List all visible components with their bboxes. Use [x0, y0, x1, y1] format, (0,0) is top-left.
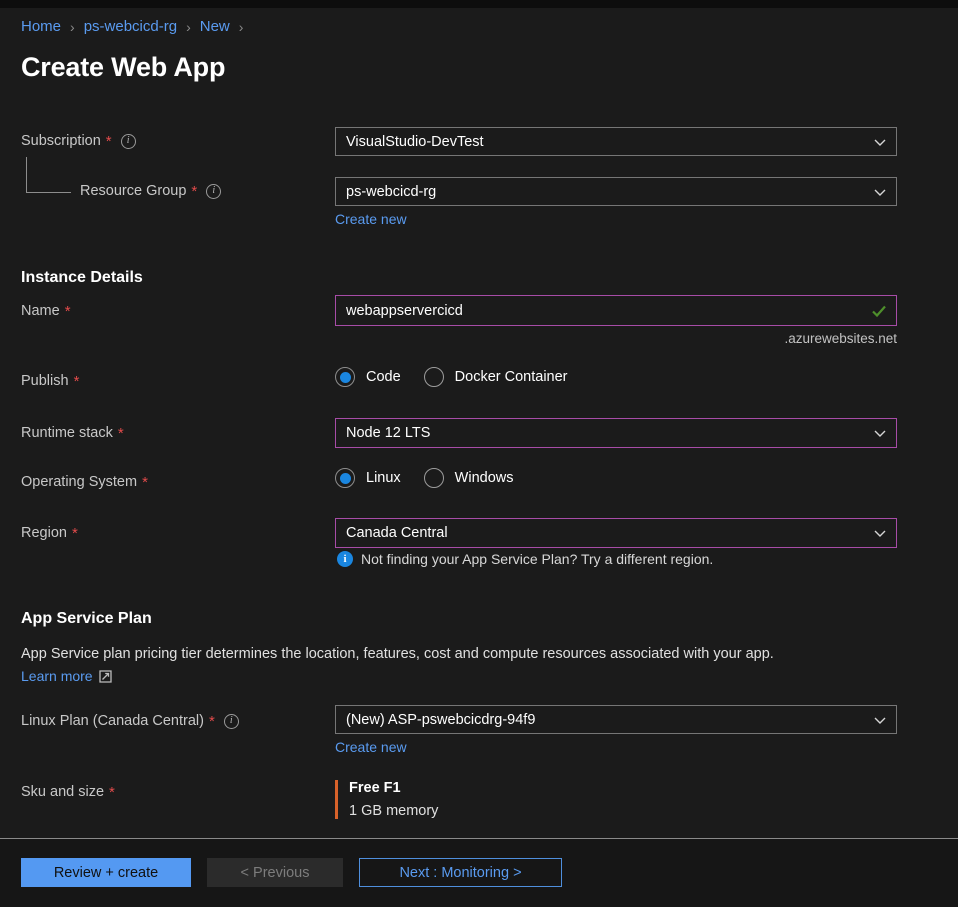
breadcrumb-separator-icon: › [239, 19, 244, 35]
next-monitoring-button[interactable]: Next : Monitoring > [359, 858, 562, 887]
learn-more-link[interactable]: Learn more [21, 668, 112, 684]
linux-plan-label: Linux Plan (Canada Central) * i [21, 713, 239, 729]
required-asterisk: * [191, 184, 197, 199]
operating-system-option-windows-label: Windows [455, 470, 514, 486]
runtime-stack-label-text: Runtime stack [21, 425, 113, 441]
info-icon[interactable]: i [206, 184, 221, 199]
name-suffix-label: .azurewebsites.net [784, 331, 897, 346]
radio-selected-icon [335, 468, 355, 488]
required-asterisk: * [72, 526, 78, 541]
review-create-button[interactable]: Review + create [21, 858, 191, 887]
resource-group-dropdown[interactable]: ps-webcicd-rg [335, 177, 897, 206]
external-link-icon [99, 670, 112, 683]
resource-group-create-new-link[interactable]: Create new [335, 211, 407, 227]
sku-subtitle: 1 GB memory [349, 803, 438, 819]
subscription-value: VisualStudio-DevTest [346, 134, 866, 150]
name-label-text: Name [21, 303, 60, 319]
breadcrumb-item-resource-group[interactable]: ps-webcicd-rg [84, 18, 177, 35]
runtime-stack-dropdown[interactable]: Node 12 LTS [335, 418, 897, 448]
chevron-down-icon [872, 525, 888, 541]
region-info-message-text: Not finding your App Service Plan? Try a… [361, 551, 713, 567]
radio-unselected-icon [424, 468, 444, 488]
operating-system-option-windows[interactable]: Windows [424, 468, 514, 488]
resource-group-label: Resource Group * i [80, 183, 221, 199]
resource-group-label-text: Resource Group [80, 183, 186, 199]
valid-check-icon [870, 302, 888, 320]
create-web-app-page: Home › ps-webcicd-rg › New › Create Web … [0, 0, 958, 907]
publish-option-docker-container-label: Docker Container [455, 369, 568, 385]
app-service-plan-heading: App Service Plan [21, 610, 152, 628]
operating-system-label: Operating System * [21, 474, 148, 490]
top-chrome-strip [0, 0, 958, 8]
name-input[interactable]: webappservercicd [335, 295, 897, 326]
breadcrumb-separator-icon: › [70, 19, 75, 35]
page-title: Create Web App [21, 52, 225, 83]
name-value: webappservercicd [346, 303, 870, 319]
breadcrumb-separator-icon: › [186, 19, 191, 35]
operating-system-label-text: Operating System [21, 474, 137, 490]
region-info-message: i Not finding your App Service Plan? Try… [337, 551, 713, 567]
region-label: Region * [21, 525, 78, 541]
instance-details-heading: Instance Details [21, 269, 143, 287]
app-service-plan-description: App Service plan pricing tier determines… [21, 646, 774, 662]
subscription-dropdown[interactable]: VisualStudio-DevTest [335, 127, 897, 156]
linux-plan-value: (New) ASP-pswebcicdrg-94f9 [346, 712, 866, 728]
chevron-down-icon [872, 184, 888, 200]
subscription-label-text: Subscription [21, 133, 101, 149]
resource-group-value: ps-webcicd-rg [346, 184, 866, 200]
sku-and-size-label-text: Sku and size [21, 784, 104, 800]
breadcrumb: Home › ps-webcicd-rg › New › [21, 18, 252, 35]
runtime-stack-label: Runtime stack * [21, 425, 124, 441]
publish-radio-group: Code Docker Container [335, 367, 591, 387]
info-filled-icon: i [337, 551, 353, 567]
chevron-down-icon [872, 712, 888, 728]
breadcrumb-item-home[interactable]: Home [21, 18, 61, 35]
indent-connector-line [26, 157, 71, 193]
publish-option-code-label: Code [366, 369, 401, 385]
required-asterisk: * [109, 785, 115, 800]
operating-system-radio-group: Linux Windows [335, 468, 537, 488]
region-value: Canada Central [346, 525, 866, 541]
linux-plan-dropdown[interactable]: (New) ASP-pswebcicdrg-94f9 [335, 705, 897, 734]
operating-system-option-linux-label: Linux [366, 470, 401, 486]
breadcrumb-item-new[interactable]: New [200, 18, 230, 35]
previous-button: < Previous [207, 858, 343, 887]
required-asterisk: * [209, 714, 215, 729]
name-label: Name * [21, 303, 71, 319]
required-asterisk: * [142, 475, 148, 490]
subscription-label: Subscription * i [21, 133, 136, 149]
publish-option-code[interactable]: Code [335, 367, 401, 387]
chevron-down-icon [872, 425, 888, 441]
region-label-text: Region [21, 525, 67, 541]
publish-option-docker-container[interactable]: Docker Container [424, 367, 568, 387]
required-asterisk: * [65, 304, 71, 319]
required-asterisk: * [106, 134, 112, 149]
radio-selected-icon [335, 367, 355, 387]
publish-label-text: Publish [21, 373, 69, 389]
linux-plan-label-text: Linux Plan (Canada Central) [21, 713, 204, 729]
publish-label: Publish * [21, 373, 79, 389]
footer-divider [0, 838, 958, 839]
region-dropdown[interactable]: Canada Central [335, 518, 897, 548]
operating-system-option-linux[interactable]: Linux [335, 468, 401, 488]
sku-title: Free F1 [349, 780, 438, 796]
linux-plan-create-new-link[interactable]: Create new [335, 739, 407, 755]
info-icon[interactable]: i [224, 714, 239, 729]
radio-unselected-icon [424, 367, 444, 387]
chevron-down-icon [872, 134, 888, 150]
runtime-stack-value: Node 12 LTS [346, 425, 866, 441]
sku-and-size-summary[interactable]: Free F1 1 GB memory [335, 780, 438, 819]
required-asterisk: * [118, 426, 124, 441]
required-asterisk: * [74, 374, 80, 389]
sku-and-size-label: Sku and size * [21, 784, 115, 800]
learn-more-label: Learn more [21, 668, 93, 684]
info-icon[interactable]: i [121, 134, 136, 149]
